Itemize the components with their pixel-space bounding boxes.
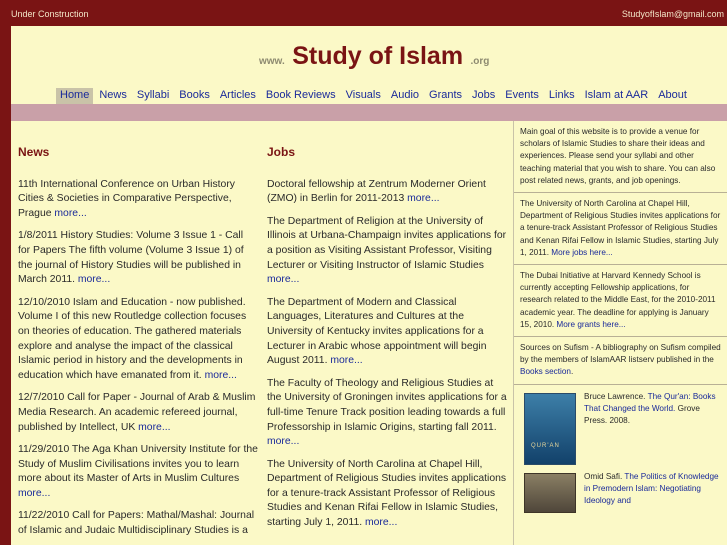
job-item-text: The Faculty of Theology and Religious St… [267, 377, 507, 433]
logo-title: Study of Islam [292, 42, 464, 70]
news-item-text: 1/8/2011 History Studies: Volume 3 Issue… [18, 230, 244, 286]
book-cover-text: QUR'AN [531, 442, 560, 449]
book-cover-image[interactable] [524, 472, 576, 513]
more-jobs-link[interactable]: More jobs here... [551, 248, 612, 257]
job-item-text: The Department of Religion at the Univer… [267, 215, 507, 271]
job-more-link[interactable]: more... [267, 274, 299, 285]
book-cover-image[interactable]: QUR'AN [524, 392, 576, 465]
nav-news[interactable]: News [95, 88, 131, 104]
job-item: The Department of Religion at the Univer… [267, 215, 507, 288]
nav-visuals[interactable]: Visuals [342, 88, 385, 104]
job-more-link[interactable]: more... [330, 355, 362, 366]
site-logo[interactable]: www. Study of Islam .org [259, 42, 489, 71]
news-column: News 11th International Conference on Ur… [18, 121, 258, 545]
job-item: The Department of Modern and Classical L… [267, 296, 507, 369]
job-more-link[interactable]: more... [267, 436, 299, 447]
news-item-text: 11th International Conference on Urban H… [18, 178, 235, 219]
nav-audio[interactable]: Audio [387, 88, 423, 104]
job-item: Doctoral fellowship at Zentrum Moderner … [267, 178, 507, 207]
more-grants-link[interactable]: More grants here... [556, 320, 625, 329]
news-more-link[interactable]: more... [138, 422, 170, 433]
news-item: 11/22/2010 Call for Papers: Mathal/Masha… [18, 509, 258, 538]
sufism-text: Sources on Sufism - A bibliography on Su… [520, 343, 721, 365]
job-more-link[interactable]: more... [407, 193, 439, 204]
news-item: 12/7/2010 Call for Paper - Journal of Ar… [18, 391, 258, 435]
nav-events[interactable]: Events [501, 88, 543, 104]
news-item-text: 11/22/2010 Call for Papers: Mathal/Masha… [18, 510, 255, 537]
news-item: 11/29/2010 The Aga Khan University Insti… [18, 443, 258, 501]
news-more-link[interactable]: more... [54, 208, 86, 219]
book-item: QUR'AN Bruce Lawrence. The Qur'an: Books… [514, 385, 727, 469]
nav-grants[interactable]: Grants [425, 88, 466, 104]
nav-about[interactable]: About [654, 88, 691, 104]
nav-syllabi[interactable]: Syllabi [133, 88, 173, 104]
nav-islam-at-aar[interactable]: Islam at AAR [581, 88, 653, 104]
book-item: Omid Safi. The Politics of Knowledge in … [514, 469, 727, 513]
nav-jobs[interactable]: Jobs [468, 88, 499, 104]
right-sidebar: Main goal of this website is to provide … [513, 121, 727, 545]
news-more-link[interactable]: more... [78, 274, 110, 285]
news-more-link[interactable]: more... [205, 370, 237, 381]
site-header: www. Study of Islam .org [11, 26, 727, 90]
sidebar-grant: The Dubai Initiative at Harvard Kennedy … [514, 265, 727, 338]
news-item-text: 11/29/2010 The Aga Khan University Insti… [18, 444, 258, 485]
nav-home[interactable]: Home [56, 88, 94, 104]
news-item: 12/10/2010 Islam and Education - now pub… [18, 296, 258, 384]
page-content: www. Study of Islam .org Home News Sylla… [11, 26, 727, 545]
jobs-column: Jobs Doctoral fellowship at Zentrum Mode… [267, 121, 507, 539]
job-item-text: The Department of Modern and Classical L… [267, 296, 487, 367]
nav-articles[interactable]: Articles [216, 88, 260, 104]
book-author: Omid Safi. [584, 471, 625, 481]
news-item: 11th International Conference on Urban H… [18, 178, 258, 222]
book-info: Bruce Lawrence. The Qur'an: Books That C… [584, 391, 722, 428]
main-nav: Home News Syllabi Books Articles Book Re… [56, 88, 693, 104]
nav-book-reviews[interactable]: Book Reviews [262, 88, 340, 104]
books-section-link[interactable]: Books section [520, 367, 571, 376]
jobs-heading: Jobs [267, 145, 296, 159]
nav-links[interactable]: Links [545, 88, 579, 104]
sidebar-intro: Main goal of this website is to provide … [514, 121, 727, 194]
nav-books[interactable]: Books [175, 88, 214, 104]
book-author: Bruce Lawrence. [584, 391, 648, 401]
sidebar-sufism: Sources on Sufism - A bibliography on Su… [514, 337, 727, 385]
news-more-link[interactable]: more... [18, 488, 50, 499]
logo-org: .org [470, 56, 490, 67]
contact-email-link[interactable]: StudyofIslam@gmail.com [622, 9, 724, 19]
news-item-text: 12/7/2010 Call for Paper - Journal of Ar… [18, 392, 256, 433]
book-info: Omid Safi. The Politics of Knowledge in … [584, 471, 722, 508]
sidebar-job: The University of North Carolina at Chap… [514, 193, 727, 266]
nav-divider-band [11, 104, 727, 121]
under-construction-text: Under Construction [11, 9, 89, 19]
job-item-text: Doctoral fellowship at Zentrum Moderner … [267, 178, 486, 205]
news-item: 1/8/2011 History Studies: Volume 3 Issue… [18, 229, 258, 287]
top-bar: Under Construction StudyofIslam@gmail.co… [0, 0, 727, 26]
job-more-link[interactable]: more... [365, 517, 397, 528]
sufism-tail: . [570, 367, 574, 377]
job-item: The Faculty of Theology and Religious St… [267, 377, 507, 450]
job-item: The University of North Carolina at Chap… [267, 458, 507, 531]
logo-www: www. [259, 56, 285, 67]
news-heading: News [18, 145, 50, 159]
news-item-text: 12/10/2010 Islam and Education - now pub… [18, 296, 247, 381]
